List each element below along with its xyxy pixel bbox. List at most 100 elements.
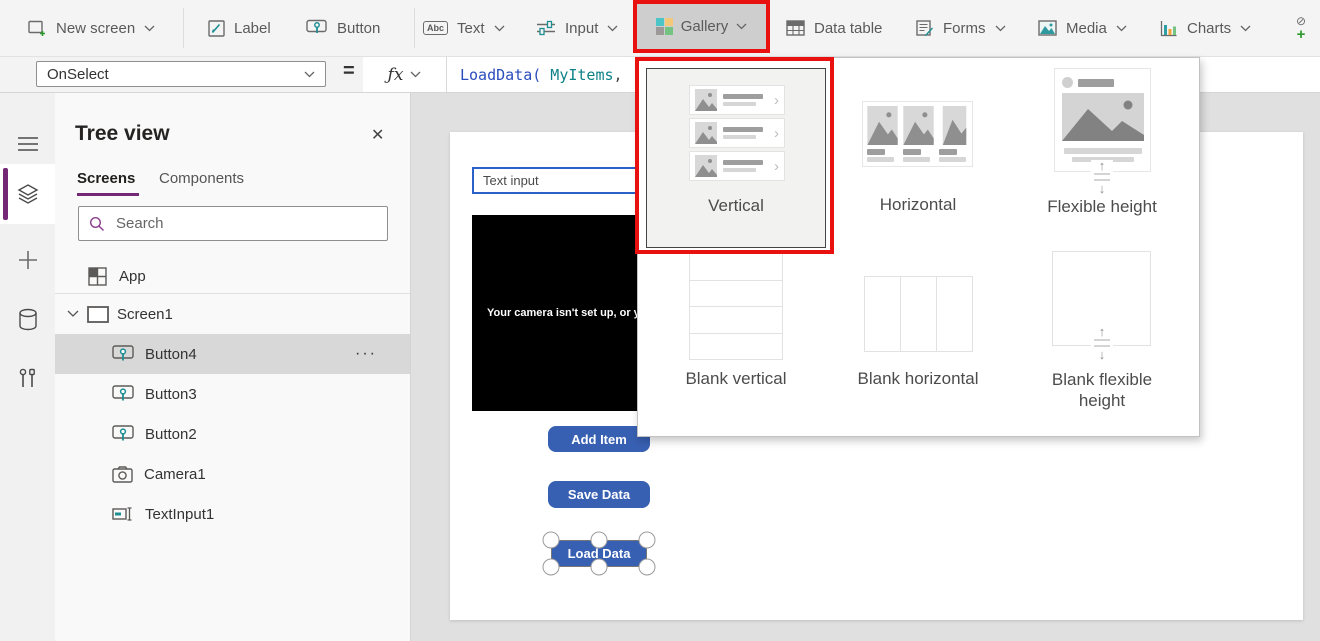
powerapps-studio: New screen Label Button Abc Text [0,0,1320,641]
tree-item-label: Button2 [145,426,197,443]
add-icon[interactable] [0,238,55,282]
chevron-down-icon [736,23,747,30]
gallery-option-label: Blank flexible height [1010,369,1194,411]
gallery-option-label: Vertical [647,196,825,216]
fx-dropdown[interactable]: ƒx [363,57,447,92]
button-icon [112,385,134,403]
gallery-option-flexible-height[interactable]: ↑ ↓ Flexible height [1010,68,1194,248]
button-label: Save Data [568,487,630,502]
toolbar-label: Input [565,20,598,37]
tab-components[interactable]: Components [159,170,244,187]
toolbar-label: Label [234,20,271,37]
camera-icon [112,466,133,483]
tree-item-label: App [119,268,146,285]
screen-icon [87,306,109,323]
data-table-button[interactable]: Data table [786,0,882,56]
button-button[interactable]: Button [306,0,380,56]
vertical-gallery-thumbnail: › › › [689,85,785,184]
search-input[interactable] [114,214,358,233]
toolbar-label: Data table [814,20,882,37]
formula-comma: , [614,66,623,84]
formula-argument: MyItems [541,66,613,84]
input-menu-button[interactable]: Input [536,0,618,56]
insert-toolbar: New screen Label Button Abc Text [0,0,1320,57]
gallery-flyout: › › › Vertical [637,57,1200,437]
button-icon [112,345,134,363]
tree-item-label: Button3 [145,386,197,403]
chevron-down-icon [494,25,505,32]
more-options-icon[interactable]: ··· [355,334,377,374]
toolbar-label: New screen [56,20,135,37]
media-menu-button[interactable]: Media [1038,0,1127,56]
chevron-down-icon [1240,25,1251,32]
gallery-option-vertical[interactable]: › › › Vertical [646,68,826,248]
resize-handle[interactable] [591,532,608,549]
tree-item-button3[interactable]: Button3 [55,374,410,414]
toolbar-label: Charts [1187,20,1231,37]
chevron-right-icon: › [774,93,779,108]
hamburger-menu-icon[interactable] [0,122,55,166]
tree-item-screen1[interactable]: Screen1 [55,294,410,334]
formula-text[interactable]: LoadData( MyItems , [447,66,623,84]
toolbar-separator [414,8,415,48]
active-rail-indicator [3,168,8,220]
chevron-down-icon [1116,25,1127,32]
chevron-expanded-icon[interactable] [67,310,79,318]
text-input-icon [112,506,134,522]
charts-menu-button[interactable]: Charts [1160,0,1251,56]
gallery-option-horizontal[interactable]: Horizontal [828,68,1008,248]
tree-item-textinput1[interactable]: TextInput1 [55,494,410,534]
resize-handle[interactable] [543,532,560,549]
button-icon [112,425,134,443]
tree-item-button4[interactable]: Button4 ··· [55,334,410,374]
data-table-icon [786,20,805,36]
button-icon [306,19,328,38]
chevron-down-icon [144,25,155,32]
toolbar-label: Text [457,20,485,37]
gallery-option-label: Flexible height [1010,197,1194,217]
search-box[interactable] [78,206,388,241]
data-sources-icon[interactable] [0,298,55,342]
text-menu-button[interactable]: Abc Text [423,0,505,56]
advanced-tools-icon[interactable] [0,358,55,402]
gallery-menu-button[interactable]: Gallery [636,1,767,51]
tab-screens[interactable]: Screens [77,170,135,187]
gallery-option-label: Horizontal [828,195,1008,215]
active-tab-underline [77,193,139,196]
blank-vertical-thumbnail [689,253,783,359]
forms-icon [916,20,934,37]
save-data-button-control[interactable]: Save Data [548,481,650,508]
tree-item-app[interactable]: App [55,256,410,296]
new-screen-button[interactable]: New screen [28,0,155,56]
resize-handle[interactable] [639,559,656,576]
tree-view-icon[interactable] [0,164,55,224]
add-item-button-control[interactable]: Add Item [548,426,650,452]
gallery-option-blank-vertical[interactable]: Blank vertical [646,248,826,433]
resize-handle[interactable] [591,559,608,576]
gallery-row-preview: › [689,85,785,115]
property-selected: OnSelect [47,66,109,83]
search-icon [89,216,105,232]
toolbar-label: Button [337,20,380,37]
resize-handle[interactable] [639,532,656,549]
gallery-option-blank-horizontal[interactable]: Blank horizontal [828,248,1008,433]
label-button[interactable]: Label [208,0,271,56]
property-dropdown[interactable]: OnSelect [36,61,326,87]
tree-item-label: Button4 [145,346,197,363]
gallery-option-label: Blank horizontal [828,369,1008,389]
tree-item-button2[interactable]: Button2 [55,414,410,454]
chevron-down-icon [304,71,315,78]
text-icon: Abc [423,21,448,35]
forms-menu-button[interactable]: Forms [916,0,1006,56]
toolbar-label: Gallery [681,18,729,35]
gallery-option-blank-flexible-height[interactable]: ↑ ↓ Blank flexible height [1010,248,1194,433]
media-icon [1038,20,1057,36]
custom-insert-button[interactable]: ⊘ + [1296,0,1306,56]
gallery-option-label: Blank vertical [646,369,826,389]
tree-view-panel: Tree view ✕ Screens Components App Scree… [55,92,411,641]
close-icon[interactable]: ✕ [371,125,384,145]
tree-item-label: Camera1 [144,466,206,483]
equals-sign: = [343,60,355,83]
resize-handle[interactable] [543,559,560,576]
tree-item-camera1[interactable]: Camera1 [55,454,410,494]
